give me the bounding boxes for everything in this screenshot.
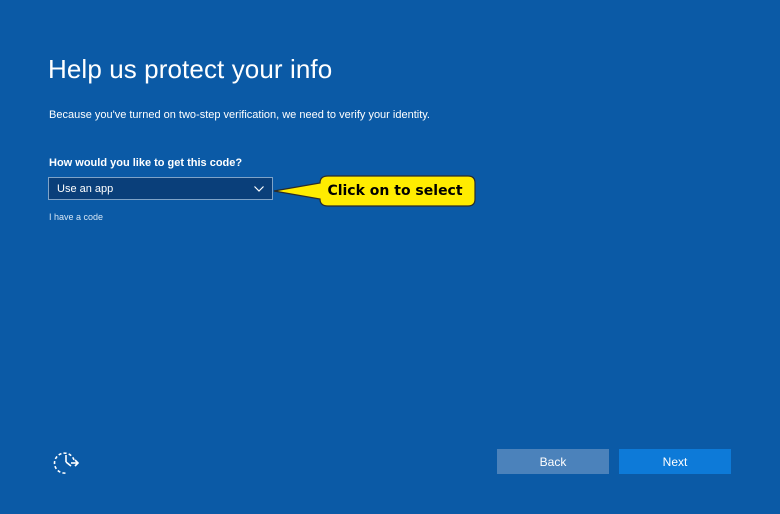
have-code-link[interactable]: I have a code	[49, 212, 103, 222]
back-button[interactable]: Back	[497, 449, 609, 474]
chevron-down-icon	[253, 185, 265, 193]
page-description: Because you've turned on two-step verifi…	[49, 109, 430, 121]
callout-label: Click on to select	[327, 183, 463, 199]
ease-of-access-icon[interactable]	[52, 449, 80, 477]
page-title: Help us protect your info	[48, 54, 333, 84]
next-button[interactable]: Next	[619, 449, 731, 474]
code-method-select[interactable]: Use an app	[48, 177, 273, 200]
code-method-question: How would you like to get this code?	[49, 157, 243, 169]
code-method-selected-value: Use an app	[57, 182, 114, 195]
